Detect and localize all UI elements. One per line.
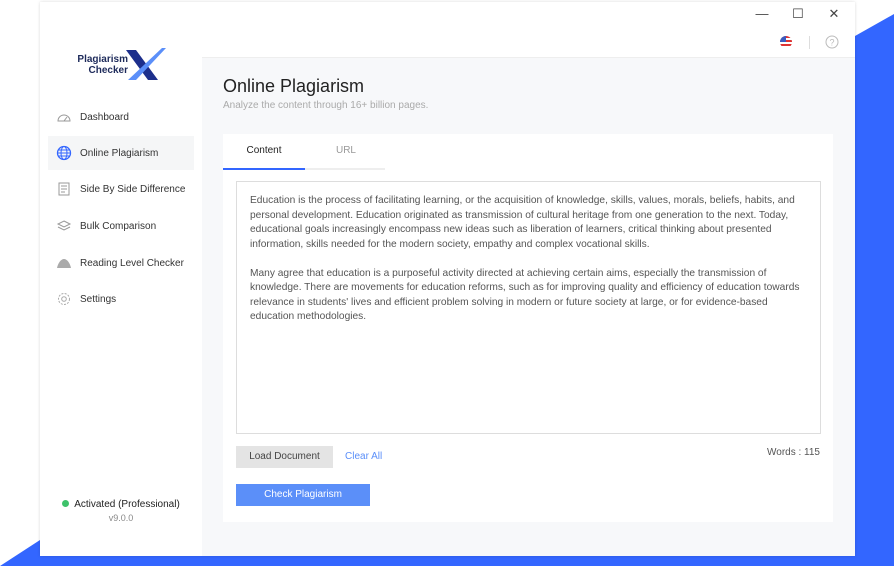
check-plagiarism-button[interactable]: Check Plagiarism	[236, 484, 370, 506]
tab-content[interactable]: Content	[223, 134, 305, 170]
header-bar: — ☐ ✕ ?	[202, 2, 855, 58]
gauge-icon	[57, 114, 71, 122]
version-label: v9.0.0	[108, 513, 134, 523]
layers-icon	[56, 220, 72, 231]
close-button[interactable]: ✕	[819, 6, 849, 24]
clear-all-link[interactable]: Clear All	[345, 451, 382, 462]
sidebar: Plagiarism Checker Dashboard Online Plagi…	[40, 2, 202, 556]
sidebar-item-side-by-side[interactable]: Side By Side Difference	[48, 172, 194, 206]
content-card: Content URL Education is the process of …	[223, 134, 833, 522]
page-title: Online Plagiarism	[223, 76, 365, 96]
load-document-button[interactable]: Load Document	[236, 446, 333, 468]
tab-url[interactable]: URL	[305, 134, 387, 168]
divider	[809, 36, 810, 49]
activation-status: Activated (Professional)	[40, 499, 202, 510]
cloud-icon	[57, 259, 71, 268]
minimize-button[interactable]: —	[747, 6, 777, 24]
gear-icon	[58, 293, 70, 305]
sidebar-item-settings[interactable]: Settings	[48, 282, 194, 316]
content-textarea[interactable]: Education is the process of facilitating…	[236, 181, 821, 434]
sidebar-item-dashboard[interactable]: Dashboard	[48, 100, 194, 134]
globe-icon	[56, 145, 72, 161]
app-window: Plagiarism Checker Dashboard Online Plagi…	[40, 2, 855, 556]
sidebar-item-reading-level[interactable]: Reading Level Checker	[48, 246, 194, 280]
page-subtitle: Analyze the content through 16+ billion …	[223, 100, 429, 111]
word-count: Words : 115	[767, 447, 820, 458]
document-icon	[58, 182, 70, 196]
us-flag-icon[interactable]	[780, 36, 792, 48]
help-circle-icon[interactable]: ?	[825, 35, 839, 49]
logo: Plagiarism Checker	[74, 46, 174, 82]
sidebar-item-bulk-comparison[interactable]: Bulk Comparison	[48, 209, 194, 243]
svg-text:?: ?	[829, 38, 834, 48]
maximize-button[interactable]: ☐	[783, 6, 813, 24]
sidebar-item-online-plagiarism[interactable]: Online Plagiarism	[48, 136, 194, 170]
status-dot	[62, 500, 70, 507]
